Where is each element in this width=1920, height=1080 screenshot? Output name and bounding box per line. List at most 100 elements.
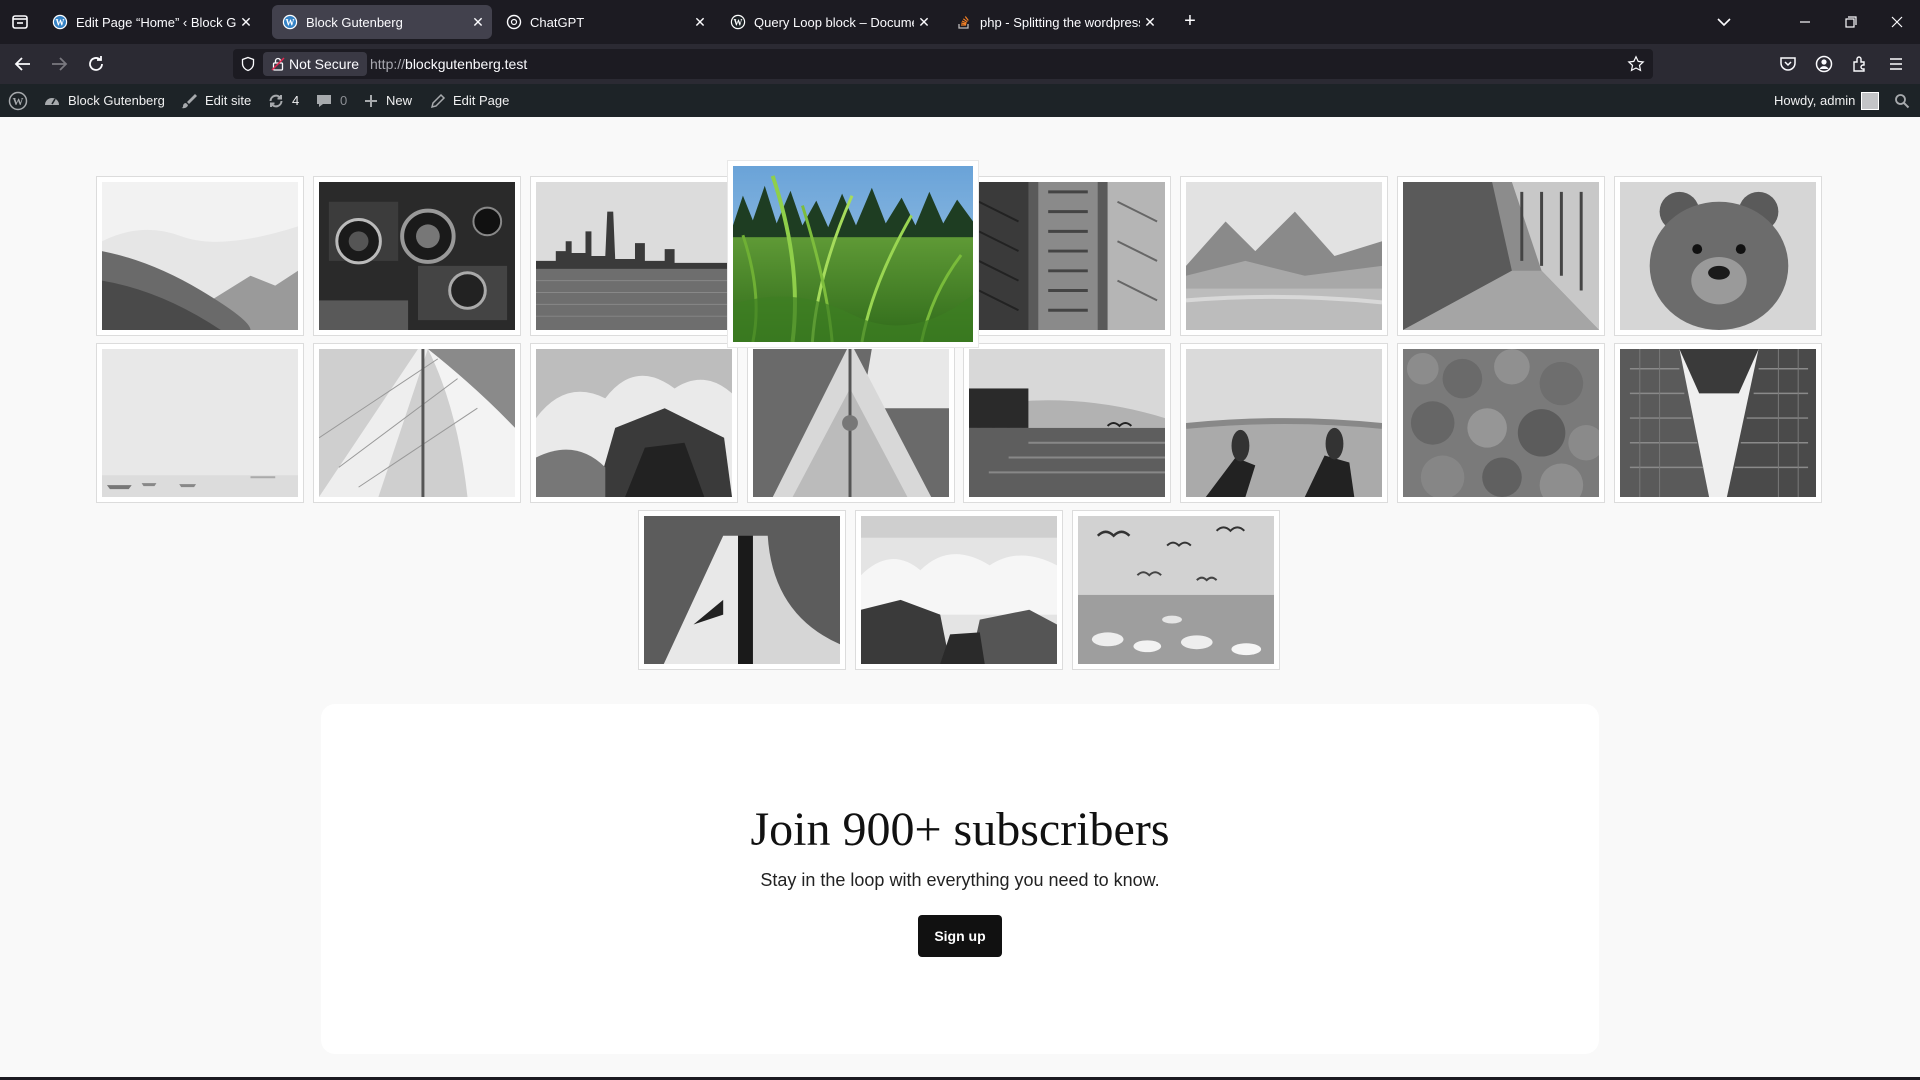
gallery-item[interactable] — [530, 176, 738, 336]
gallery-image-mountain — [102, 182, 298, 330]
new-label: New — [386, 93, 413, 108]
edit-page-link[interactable]: Edit Page — [430, 84, 509, 117]
sign-up-button[interactable]: Sign up — [918, 915, 1002, 957]
dashboard-icon — [45, 97, 59, 105]
close-tab-icon[interactable]: ✕ — [468, 14, 488, 31]
subscribe-card: Join 900+ subscribers Stay in the loop w… — [321, 704, 1599, 1054]
tab-edit-page[interactable]: W Edit Page “Home” ‹ Block Gutenberg ✕ — [42, 5, 260, 39]
tab-list-icon[interactable] — [8, 10, 32, 34]
svg-text:W: W — [734, 18, 743, 28]
gallery-image-forest — [1403, 349, 1599, 497]
edit-site-link[interactable]: Edit site — [180, 84, 251, 117]
svg-text:W: W — [56, 18, 65, 28]
edit-page-label: Edit Page — [453, 93, 510, 108]
address-bar[interactable]: Not Secure http://blockgutenberg.test — [233, 49, 1653, 79]
gallery-item[interactable] — [96, 176, 304, 336]
comment-bubble-icon — [317, 94, 331, 107]
subscribe-text: Stay in the loop with everything you nee… — [760, 870, 1160, 890]
gallery-image-architecture — [644, 516, 840, 664]
search-icon — [1895, 93, 1910, 108]
gallery-item[interactable] — [530, 343, 738, 503]
bookmark-star-icon[interactable] — [1627, 55, 1645, 73]
wordpress-icon: W — [730, 14, 746, 30]
updates-icon — [269, 94, 283, 107]
shield-icon[interactable] — [240, 56, 256, 72]
gallery-item[interactable] — [1614, 343, 1822, 503]
gallery-item[interactable] — [313, 343, 521, 503]
comments-link[interactable]: 0 — [315, 84, 347, 117]
gallery-item[interactable] — [963, 176, 1171, 336]
gallery-item-hovered[interactable] — [727, 160, 979, 348]
extensions-icon[interactable] — [1850, 54, 1870, 74]
gallery-image-feet-grass — [1186, 349, 1382, 497]
hamburger-menu-icon[interactable] — [1886, 54, 1906, 74]
minimize-icon[interactable] — [1790, 8, 1820, 36]
close-tab-icon[interactable]: ✕ — [690, 14, 710, 31]
tab-query-loop[interactable]: W Query Loop block – Documentation ✕ — [720, 5, 938, 39]
tab-title: ChatGPT — [530, 14, 585, 30]
brush-icon — [181, 93, 197, 108]
svg-text:W: W — [13, 96, 24, 108]
restore-icon[interactable] — [1836, 8, 1866, 36]
gallery-image-surf-rocks — [861, 516, 1057, 664]
tab-stackoverflow[interactable]: php - Splitting the wordpress loop ✕ — [946, 5, 1164, 39]
pocket-icon[interactable] — [1778, 54, 1798, 74]
reload-icon[interactable] — [84, 52, 108, 76]
gallery-item[interactable] — [1180, 176, 1388, 336]
pencil-icon — [430, 93, 446, 108]
wp-logo-menu[interactable]: W — [8, 84, 35, 117]
new-content-menu[interactable]: New — [363, 84, 412, 117]
tab-block-gutenberg[interactable]: W Block Gutenberg ✕ — [272, 5, 492, 39]
gallery-item[interactable] — [1180, 343, 1388, 503]
wordpress-icon: W — [282, 14, 298, 30]
url-text[interactable]: http://blockgutenberg.test — [370, 49, 527, 79]
gallery-item[interactable] — [1397, 343, 1605, 503]
gallery-image-boat-bow — [753, 349, 949, 497]
gallery-item[interactable] — [1397, 176, 1605, 336]
back-arrow-icon[interactable] — [11, 52, 35, 76]
chevron-down-icon[interactable] — [1712, 10, 1736, 34]
site-name-label: Block Gutenberg — [68, 93, 165, 108]
wp-admin-bar: W Block Gutenberg Edit site 4 0 New Edit… — [0, 84, 1920, 117]
insecure-lock-icon — [271, 57, 285, 71]
my-account-menu[interactable]: Howdy, admin — [1774, 84, 1880, 117]
gallery-item[interactable] — [1614, 176, 1822, 336]
gallery-image-skyscrapers — [1620, 349, 1816, 497]
gallery-item[interactable] — [963, 343, 1171, 503]
url-host: blockgutenberg.test — [405, 56, 528, 72]
gallery-image-bear — [1620, 182, 1816, 330]
gallery-item[interactable] — [638, 510, 846, 670]
browser-tab-strip: W Edit Page “Home” ‹ Block Gutenberg ✕ W… — [0, 0, 1920, 44]
gallery-image-pier — [969, 349, 1165, 497]
gallery-image-foggy-sea — [102, 349, 298, 497]
tab-title: php - Splitting the wordpress loop — [980, 14, 1140, 30]
gallery-item[interactable] — [1072, 510, 1280, 670]
gallery-item[interactable] — [747, 343, 955, 503]
gallery-image-waves-rocks — [536, 349, 732, 497]
site-name-menu[interactable]: Block Gutenberg — [43, 84, 165, 117]
forward-arrow-icon[interactable] — [47, 52, 71, 76]
comments-count: 0 — [340, 93, 348, 108]
close-tab-icon[interactable]: ✕ — [1140, 14, 1160, 31]
gallery-image-grass — [733, 166, 973, 342]
wordpress-icon: W — [52, 14, 68, 30]
updates-count: 4 — [292, 93, 300, 108]
close-tab-icon[interactable]: ✕ — [236, 14, 256, 31]
gallery-image-cameras — [319, 182, 515, 330]
new-tab-button[interactable]: + — [1178, 10, 1202, 34]
gallery-item[interactable] — [855, 510, 1063, 670]
close-tab-icon[interactable]: ✕ — [914, 14, 934, 31]
stackoverflow-icon — [958, 16, 969, 29]
gallery-item[interactable] — [313, 176, 521, 336]
admin-search[interactable] — [1894, 84, 1917, 117]
gallery-image-skyline — [536, 182, 732, 330]
security-indicator[interactable]: Not Secure — [263, 52, 368, 76]
account-icon[interactable] — [1814, 54, 1834, 74]
url-scheme: http:// — [370, 56, 406, 72]
updates-link[interactable]: 4 — [267, 84, 299, 117]
security-label: Not Secure — [289, 56, 360, 72]
tab-chatgpt[interactable]: ChatGPT ✕ — [496, 5, 714, 39]
tab-title: Block Gutenberg — [306, 14, 403, 30]
gallery-item[interactable] — [96, 343, 304, 503]
close-window-icon[interactable] — [1882, 8, 1912, 36]
